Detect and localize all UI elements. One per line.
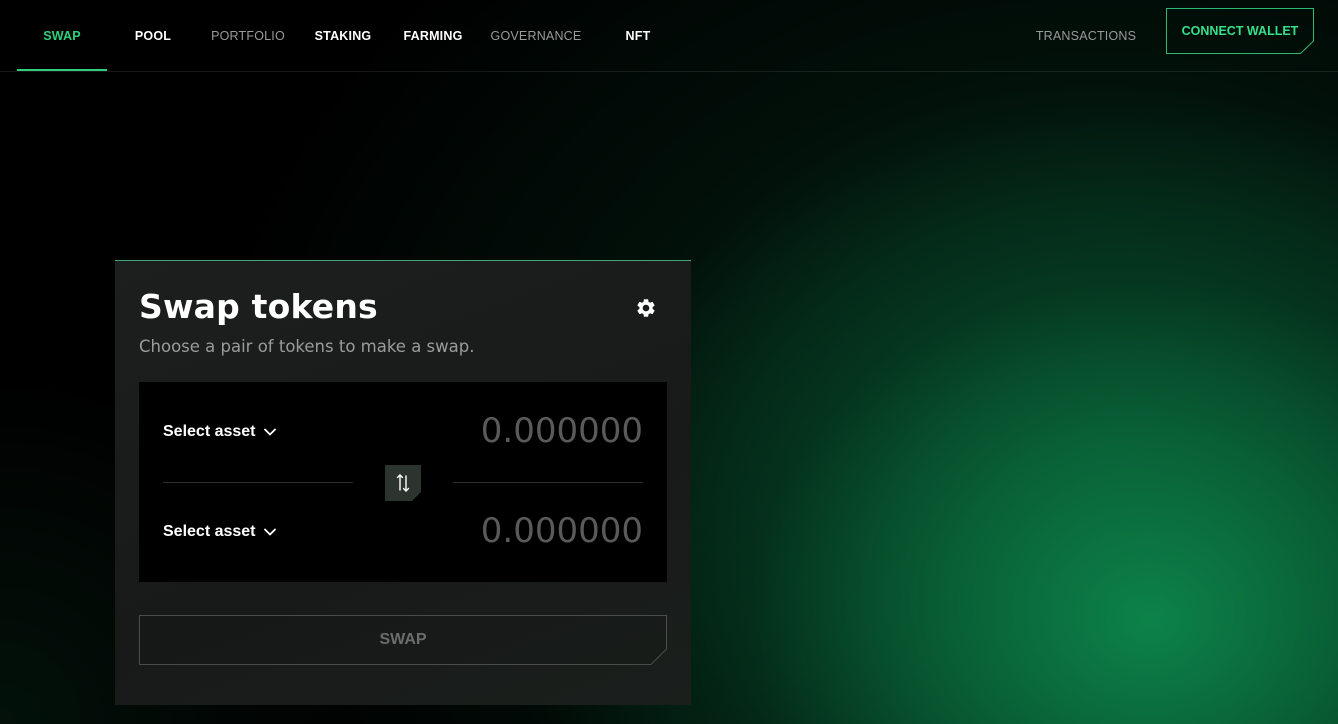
nav-tab-farming[interactable]: FARMING bbox=[396, 0, 470, 71]
nav-tab-nft[interactable]: NFT bbox=[612, 0, 664, 71]
swap-card: Swap tokens Choose a pair of tokens to m… bbox=[115, 260, 691, 705]
from-asset-select[interactable]: Select asset bbox=[163, 420, 276, 444]
nav-tab-swap[interactable]: SWAP bbox=[17, 0, 107, 71]
divider-left bbox=[163, 482, 353, 483]
to-asset-select[interactable]: Select asset bbox=[163, 520, 276, 544]
swap-button-label: SWAP bbox=[379, 631, 427, 648]
nav-tab-staking[interactable]: STAKING bbox=[308, 0, 378, 71]
chevron-down-icon bbox=[263, 528, 276, 536]
to-asset-label: Select asset bbox=[163, 523, 256, 540]
from-asset-label: Select asset bbox=[163, 423, 256, 440]
nav-tab-governance[interactable]: GOVERNANCE bbox=[486, 0, 586, 71]
nav-tab-portfolio[interactable]: PORTFOLIO bbox=[205, 0, 291, 71]
card-title: Swap tokens bbox=[139, 287, 378, 326]
swap-input-panel: Select asset Select asset bbox=[139, 382, 667, 582]
swap-button[interactable]: SWAP bbox=[139, 615, 667, 665]
from-amount-input[interactable] bbox=[423, 409, 643, 453]
active-tab-indicator bbox=[17, 69, 107, 71]
transactions-link[interactable]: TRANSACTIONS bbox=[1030, 0, 1142, 71]
card-subtitle: Choose a pair of tokens to make a swap. bbox=[139, 337, 475, 356]
chevron-down-icon bbox=[263, 428, 276, 436]
nav-tab-pool[interactable]: POOL bbox=[122, 0, 184, 71]
top-navigation: SWAP POOL PORTFOLIO STAKING FARMING GOVE… bbox=[0, 0, 1338, 72]
divider-right bbox=[453, 482, 643, 483]
gear-icon[interactable] bbox=[635, 297, 657, 319]
connect-wallet-button[interactable]: CONNECT WALLET bbox=[1166, 8, 1314, 54]
connect-wallet-label: CONNECT WALLET bbox=[1181, 24, 1299, 38]
flip-tokens-button[interactable] bbox=[385, 465, 421, 501]
to-amount-input[interactable] bbox=[423, 509, 643, 553]
